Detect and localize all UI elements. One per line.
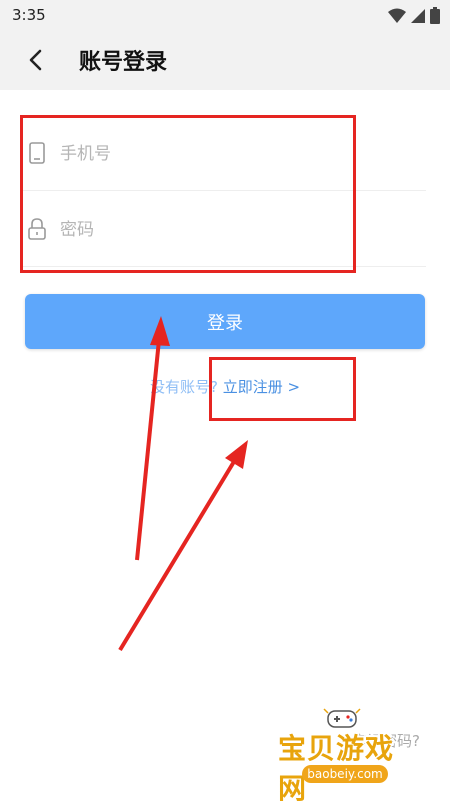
app-bar: 账号登录 [0,30,450,90]
login-button[interactable]: 登录 [25,294,425,349]
signal-icon [411,8,425,23]
page-title: 账号登录 [79,50,168,75]
back-arrow-icon [29,49,42,71]
watermark-url: baobeiy.com [302,765,388,783]
status-time: 3:35 [12,6,46,24]
annotation-arrow-2-head [225,440,248,469]
register-link[interactable]: 立即注册 > [223,378,300,396]
no-account-text: 没有账号? [149,378,218,396]
lock-icon [28,218,46,240]
status-icons [388,7,440,24]
annotation-arrow-1 [135,329,162,561]
login-form [22,115,426,267]
phone-icon [29,142,45,164]
register-row: 没有账号? 立即注册 > [0,376,450,397]
battery-icon [430,7,440,24]
password-input[interactable] [58,211,412,249]
wifi-icon [388,8,406,23]
annotation-arrow-2 [118,453,240,652]
phone-field-row [22,115,426,191]
phone-input[interactable] [58,135,412,173]
password-field-row [22,191,426,267]
back-button[interactable] [20,44,52,76]
watermark: 宝贝游戏网 baobeiy.com [270,705,420,805]
status-bar: 3:35 [0,0,450,30]
